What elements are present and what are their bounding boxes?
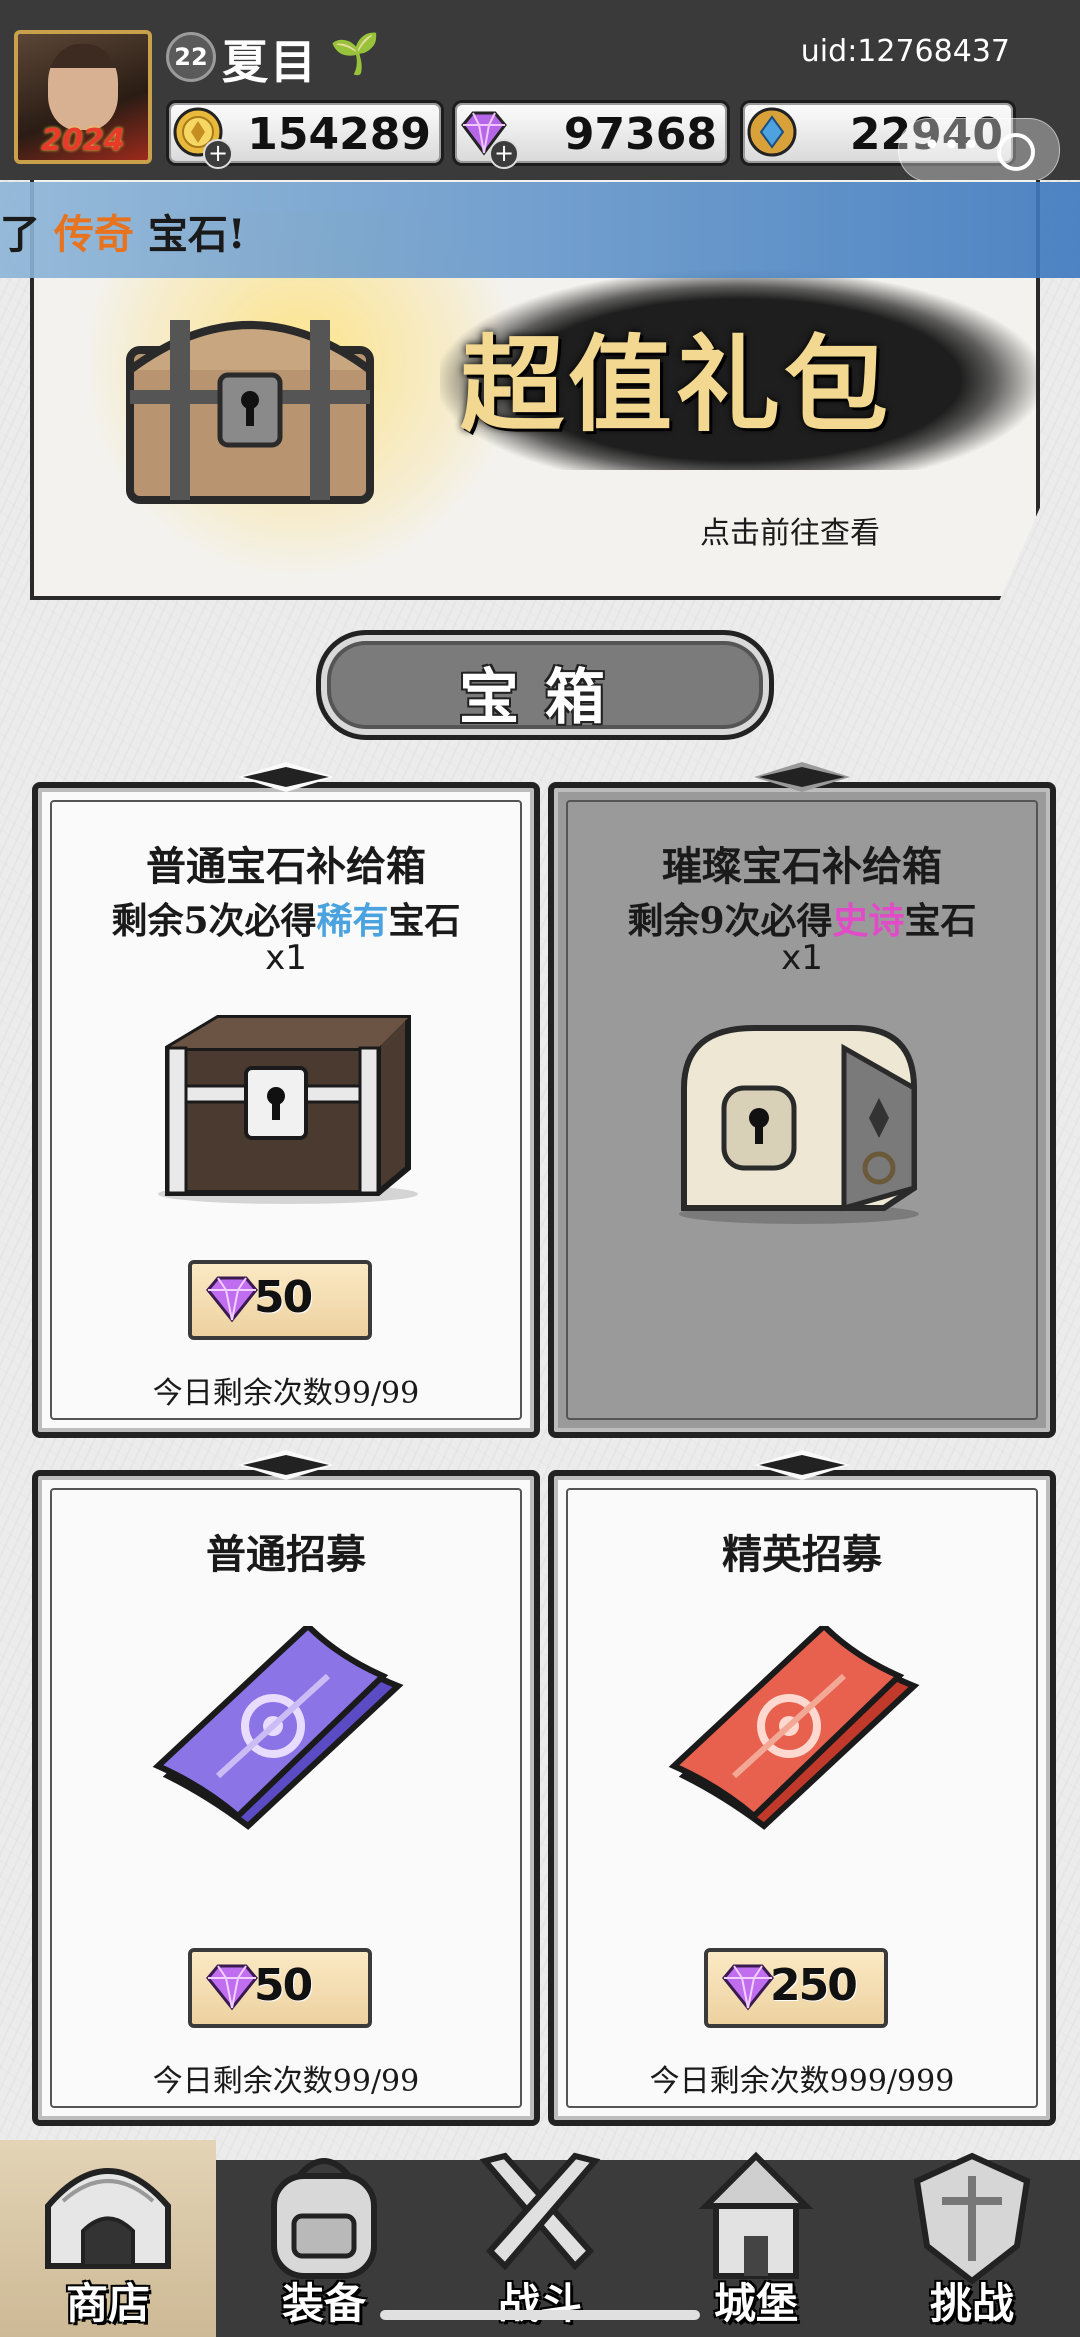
card-title: 璀璨宝石补给箱: [662, 843, 942, 890]
top-bar: 2024 22 夏目 🌱 uid:12768437 + 154289 + 973…: [0, 0, 1080, 182]
banner-subtitle: 点击前往查看: [700, 516, 880, 551]
tab-label: 战斗: [497, 2279, 582, 2328]
normal-gem-chest-card[interactable]: 普通宝石补给箱 剩余5次必得稀有宝石 x1 50 今日剩余次数99/99: [32, 762, 540, 1438]
price-value: 250: [770, 1960, 858, 2011]
brilliant-gem-chest-card[interactable]: 璀璨宝石补给箱 剩余9次必得史诗宝石 x1: [548, 762, 1056, 1438]
tab-label: 城堡: [713, 2279, 798, 2328]
banner-title: 超值礼包: [460, 323, 893, 446]
purple-recruit-ticket-icon: [152, 1626, 404, 1830]
shield-icon: [913, 2152, 1031, 2285]
brilliant-chest-icon: [679, 1025, 919, 1224]
sprout-icon: 🌱: [330, 31, 380, 77]
gem-price-button[interactable]: 50: [188, 1260, 372, 1340]
avatar-year-badge: 2024: [41, 123, 125, 158]
backpack-icon: [271, 2158, 377, 2279]
gem-resource[interactable]: + 97368: [452, 100, 730, 169]
gem-value: 97368: [563, 109, 717, 160]
card-quantity: x1: [781, 938, 823, 978]
epic-label: 史诗: [832, 900, 905, 942]
card-title: 普通招募: [206, 1531, 366, 1578]
marquee-text: 了 传奇 宝石!: [0, 211, 246, 258]
shop-hut-icon: [45, 2168, 171, 2269]
gold-resource[interactable]: + 154289: [166, 100, 444, 169]
player-uid: uid:12768437: [800, 34, 1010, 69]
tab-label: 挑战: [929, 2279, 1014, 2328]
marquee-highlight: 传奇: [53, 211, 134, 258]
crossed-swords-icon: [479, 2152, 601, 2271]
blue-crystal-icon: [747, 107, 797, 157]
tab-shop[interactable]: 商店: [0, 2140, 216, 2337]
mini-program-capsule[interactable]: •••: [898, 118, 1060, 182]
card-guarantee-text: 剩余9次必得史诗宝石: [627, 900, 977, 942]
elite-recruit-card[interactable]: 精英招募 250 今日剩余次数999/999: [548, 1450, 1056, 2126]
price-value: 50: [254, 1960, 313, 2011]
close-circle-icon[interactable]: [997, 133, 1035, 171]
card-title: 普通宝石补给箱: [146, 843, 426, 890]
gem-price-button[interactable]: 50: [188, 1948, 372, 2028]
add-gold-button[interactable]: +: [203, 139, 233, 169]
rare-label: 稀有: [316, 900, 389, 942]
gem-price-button[interactable]: 250: [704, 1948, 888, 2028]
card-quantity: x1: [265, 938, 307, 978]
normal-recruit-card[interactable]: 普通招募 50 今日剩余次数99/99: [32, 1450, 540, 2126]
purple-gem-icon: [722, 1964, 774, 2011]
daily-remaining: 今日剩余次数99/99: [152, 1376, 420, 1411]
avatar-portrait: [48, 44, 118, 130]
purple-gem-icon: [206, 1276, 258, 1323]
player-level-badge: 22: [166, 32, 216, 82]
card-title: 精英招募: [722, 1531, 882, 1578]
tab-battle[interactable]: 战斗: [432, 2140, 648, 2337]
announcement-marquee: 了 传奇 宝石!: [0, 182, 1080, 278]
home-indicator: [380, 2310, 700, 2320]
more-dots-icon[interactable]: •••: [923, 131, 982, 161]
gold-value: 154289: [247, 109, 431, 160]
add-gem-button[interactable]: +: [489, 139, 519, 169]
tab-castle[interactable]: 城堡: [648, 2140, 864, 2337]
normal-chest-icon: [158, 1015, 418, 1204]
daily-remaining: 今日剩余次数999/999: [649, 2064, 955, 2099]
price-value: 50: [254, 1272, 313, 1323]
daily-remaining: 今日剩余次数99/99: [152, 2064, 420, 2099]
treasure-chest-icon: [126, 320, 374, 504]
card-guarantee-text: 剩余5次必得稀有宝石: [111, 900, 461, 942]
chest-section-header: 宝箱: [316, 630, 774, 740]
player-name: 夏目: [222, 35, 318, 89]
purple-gem-icon: [206, 1964, 258, 2011]
tab-label: 商店: [65, 2279, 150, 2328]
castle-icon: [698, 2151, 814, 2279]
tab-challenge[interactable]: 挑战: [864, 2140, 1080, 2337]
player-avatar[interactable]: 2024: [14, 30, 152, 164]
tab-label: 装备: [281, 2279, 366, 2328]
red-recruit-ticket-icon: [668, 1626, 920, 1830]
tab-equipment[interactable]: 装备: [216, 2140, 432, 2337]
section-title: 宝箱: [459, 663, 631, 733]
